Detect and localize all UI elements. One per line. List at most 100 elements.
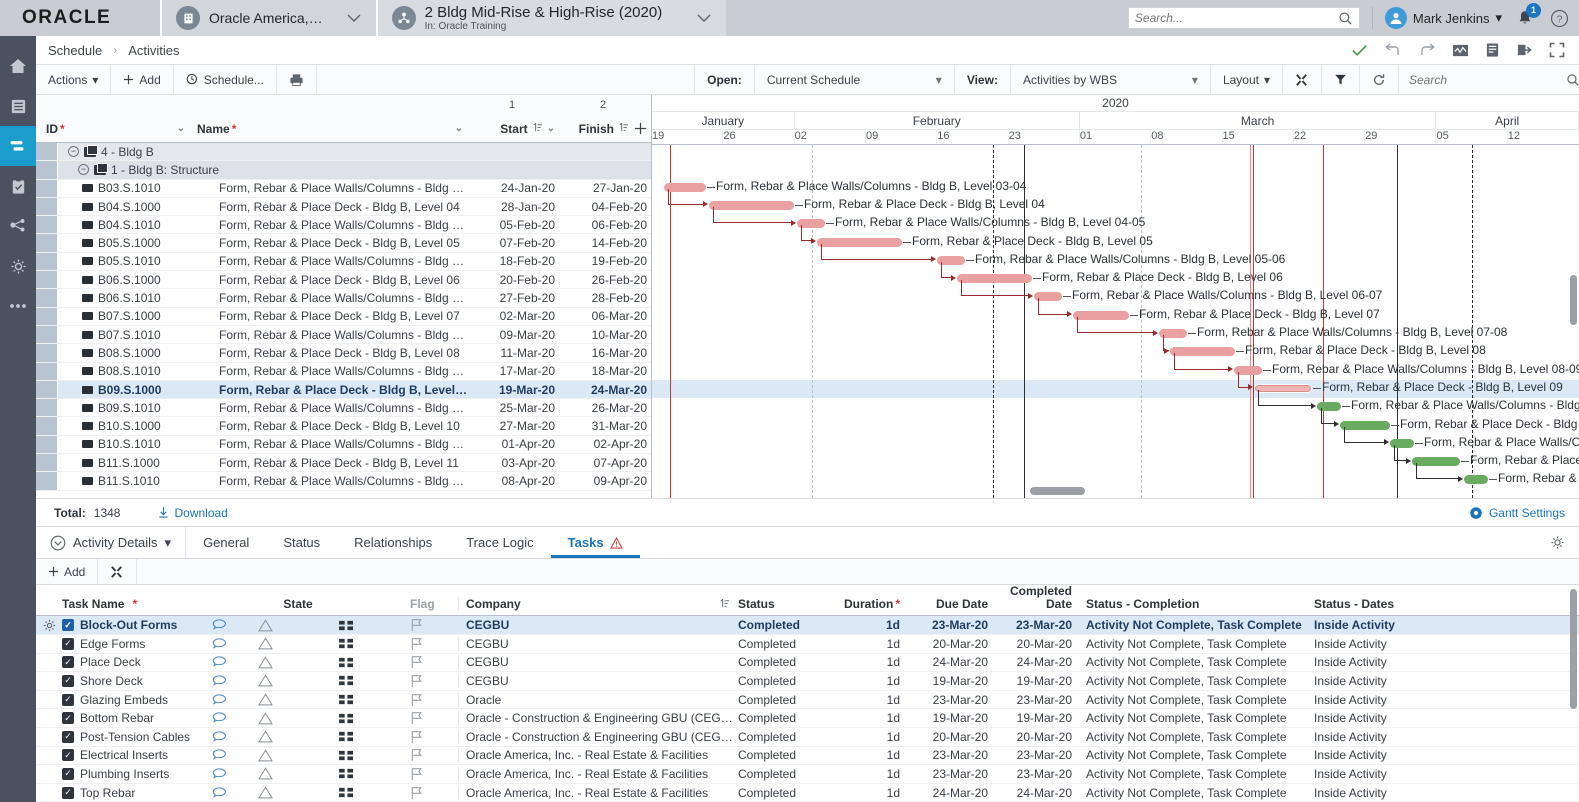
fullscreen-icon[interactable] — [1549, 42, 1565, 58]
task-comment-icon[interactable] — [212, 675, 258, 687]
task-state-icon[interactable] — [258, 730, 338, 743]
chevron-down-icon[interactable]: ⌄ — [455, 123, 469, 134]
gantt-vertical-scrollbar[interactable] — [1570, 275, 1577, 325]
open-schedule-select[interactable]: Current Schedule ▾ — [755, 65, 955, 94]
sort-icon[interactable] — [532, 123, 543, 134]
undo-icon[interactable] — [1384, 42, 1402, 58]
task-comment-icon[interactable] — [212, 768, 258, 780]
tools-button[interactable] — [1283, 65, 1322, 94]
col-header-start[interactable]: Start ⌄ — [469, 122, 559, 136]
task-flag-icon[interactable] — [410, 730, 458, 744]
task-checkbox-icon[interactable]: ✓ — [62, 712, 74, 725]
tasks-vertical-scrollbar[interactable] — [1570, 589, 1577, 709]
task-state-icon[interactable] — [258, 637, 338, 650]
task-checkbox-icon[interactable]: ✓ — [62, 749, 74, 762]
sort-icon[interactable] — [719, 598, 738, 610]
task-flag-icon[interactable] — [410, 637, 458, 651]
task-assignees-icon[interactable] — [338, 693, 410, 706]
task-assignees-icon[interactable] — [338, 637, 410, 650]
col-header-duration[interactable]: Duration * — [828, 597, 908, 611]
oracle-logo[interactable]: ORACLE — [0, 0, 160, 36]
col-header-name[interactable]: Name * ⌄ — [191, 122, 469, 136]
task-row[interactable]: ✓ Bottom Rebar Oracle - Construction & Eng… — [36, 709, 1579, 728]
wbs-row[interactable]: − 4 - Bldg B — [36, 143, 651, 162]
task-state-icon[interactable] — [258, 674, 338, 687]
task-flag-icon[interactable] — [410, 786, 458, 800]
task-flag-icon[interactable] — [410, 767, 458, 781]
chevron-down-icon[interactable]: ⌄ — [547, 123, 555, 134]
activity-row[interactable]: B06.S.1000 Form, Rebar & Place Deck - Bld… — [36, 271, 651, 290]
chevron-down-icon[interactable] — [682, 13, 712, 23]
task-state-icon[interactable] — [258, 618, 338, 632]
task-assignees-icon[interactable] — [338, 730, 410, 743]
task-row[interactable]: ✓ Post-Tension Cables Oracle - Constructio… — [36, 728, 1579, 747]
tab-trace-logic[interactable]: Trace Logic — [449, 527, 550, 558]
col-header-finish[interactable]: Finish — [559, 122, 651, 136]
task-checkbox-icon[interactable]: ✓ — [62, 674, 74, 687]
activity-row[interactable]: B08.S.1000 Form, Rebar & Place Deck - Bld… — [36, 344, 651, 363]
network-icon[interactable] — [0, 206, 36, 246]
notes-icon[interactable] — [1485, 42, 1500, 58]
global-search-input[interactable] — [1134, 11, 1338, 25]
download-button[interactable]: Download — [158, 506, 228, 520]
task-assignees-icon[interactable] — [338, 749, 410, 762]
task-flag-icon[interactable] — [410, 618, 458, 632]
activity-row[interactable]: B07.S.1010 Form, Rebar & Place Walls/Colu… — [36, 325, 651, 345]
task-add-button[interactable]: Add — [36, 559, 99, 584]
task-assignees-icon[interactable] — [338, 786, 410, 799]
collapse-toggle-icon[interactable]: − — [78, 164, 89, 176]
task-state-icon[interactable] — [258, 749, 338, 762]
gantt-bar[interactable] — [1464, 475, 1488, 485]
activity-row[interactable]: B09.S.1000 Form, Rebar & Place Deck - Bld… — [36, 380, 651, 400]
grid-search-input[interactable] — [1409, 72, 1566, 87]
wbs-row[interactable]: − 1 - Bldg B: Structure — [36, 161, 651, 180]
print-button[interactable] — [277, 65, 317, 94]
task-comment-icon[interactable] — [212, 749, 258, 761]
task-assignees-icon[interactable] — [338, 619, 410, 632]
task-state-icon[interactable] — [258, 767, 338, 780]
task-assignees-icon[interactable] — [338, 767, 410, 780]
task-state-icon[interactable] — [258, 786, 338, 799]
col-header-status-completion[interactable]: Status - Completion — [1078, 597, 1306, 611]
activity-row[interactable]: B06.S.1010 Form, Rebar & Place Walls/Colu… — [36, 289, 651, 308]
search-icon[interactable] — [1338, 11, 1353, 26]
activity-row[interactable]: B05.S.1010 Form, Rebar & Place Walls/Colu… — [36, 252, 651, 272]
actions-menu[interactable]: Actions ▾ — [36, 65, 112, 94]
col-header-status-dates[interactable]: Status - Dates — [1306, 597, 1579, 611]
add-button[interactable]: Add — [111, 65, 174, 94]
sort-icon[interactable] — [618, 123, 629, 134]
task-comment-icon[interactable] — [212, 693, 258, 706]
details-settings-button[interactable] — [1550, 527, 1579, 558]
task-checkbox-icon[interactable]: ✓ — [62, 730, 74, 743]
export-icon[interactable] — [1516, 42, 1533, 58]
col-header-company[interactable]: Company — [458, 597, 738, 612]
clipboard-check-icon[interactable] — [0, 166, 36, 206]
task-state-icon[interactable] — [258, 656, 338, 669]
task-checkbox-icon[interactable]: ✓ — [62, 693, 74, 706]
task-row[interactable]: ✓ Glazing Embeds Oracle Completed 1d 23-Mar-2… — [36, 691, 1579, 710]
task-tools-button[interactable] — [98, 559, 138, 584]
task-checkbox-icon[interactable]: ✓ — [62, 786, 74, 799]
activity-row[interactable]: B10.S.1010 Form, Rebar & Place Walls/Colu… — [36, 435, 651, 455]
breadcrumb-activities[interactable]: Activities — [128, 43, 179, 58]
task-comment-icon[interactable] — [212, 712, 258, 724]
task-flag-icon[interactable] — [410, 674, 458, 688]
activity-row[interactable]: B10.S.1000 Form, Rebar & Place Deck - Bld… — [36, 417, 651, 436]
chevron-down-icon[interactable]: ⌄ — [177, 123, 191, 134]
activity-row[interactable]: B07.S.1000 Form, Rebar & Place Deck - Bld… — [36, 307, 651, 326]
tab-general[interactable]: General — [186, 527, 266, 558]
activity-row[interactable]: B11.S.1000 Form, Rebar & Place Deck - Bld… — [36, 454, 651, 473]
task-flag-icon[interactable] — [410, 748, 458, 762]
task-flag-icon[interactable] — [410, 711, 458, 725]
task-row-settings[interactable] — [36, 619, 62, 632]
task-row[interactable]: ✓ Shore Deck CEGBU Completed 1d 19-Mar-20 19-M… — [36, 672, 1579, 691]
col-header-flag[interactable]: Flag — [410, 597, 458, 611]
analytics-icon[interactable] — [1452, 43, 1469, 58]
gantt-settings-button[interactable]: Gantt Settings — [1469, 506, 1579, 520]
task-checkbox-icon[interactable]: ✓ — [62, 619, 74, 632]
activity-row[interactable]: B03.S.1010 Form, Rebar & Place Walls/Colu… — [36, 179, 651, 198]
activity-row[interactable]: B05.S.1000 Form, Rebar & Place Deck - Bld… — [36, 234, 651, 253]
refresh-button[interactable] — [1360, 65, 1399, 94]
user-menu[interactable]: Mark Jenkins ▾ — [1384, 7, 1502, 29]
activity-details-toggle[interactable]: Activity Details ▾ — [36, 527, 187, 558]
